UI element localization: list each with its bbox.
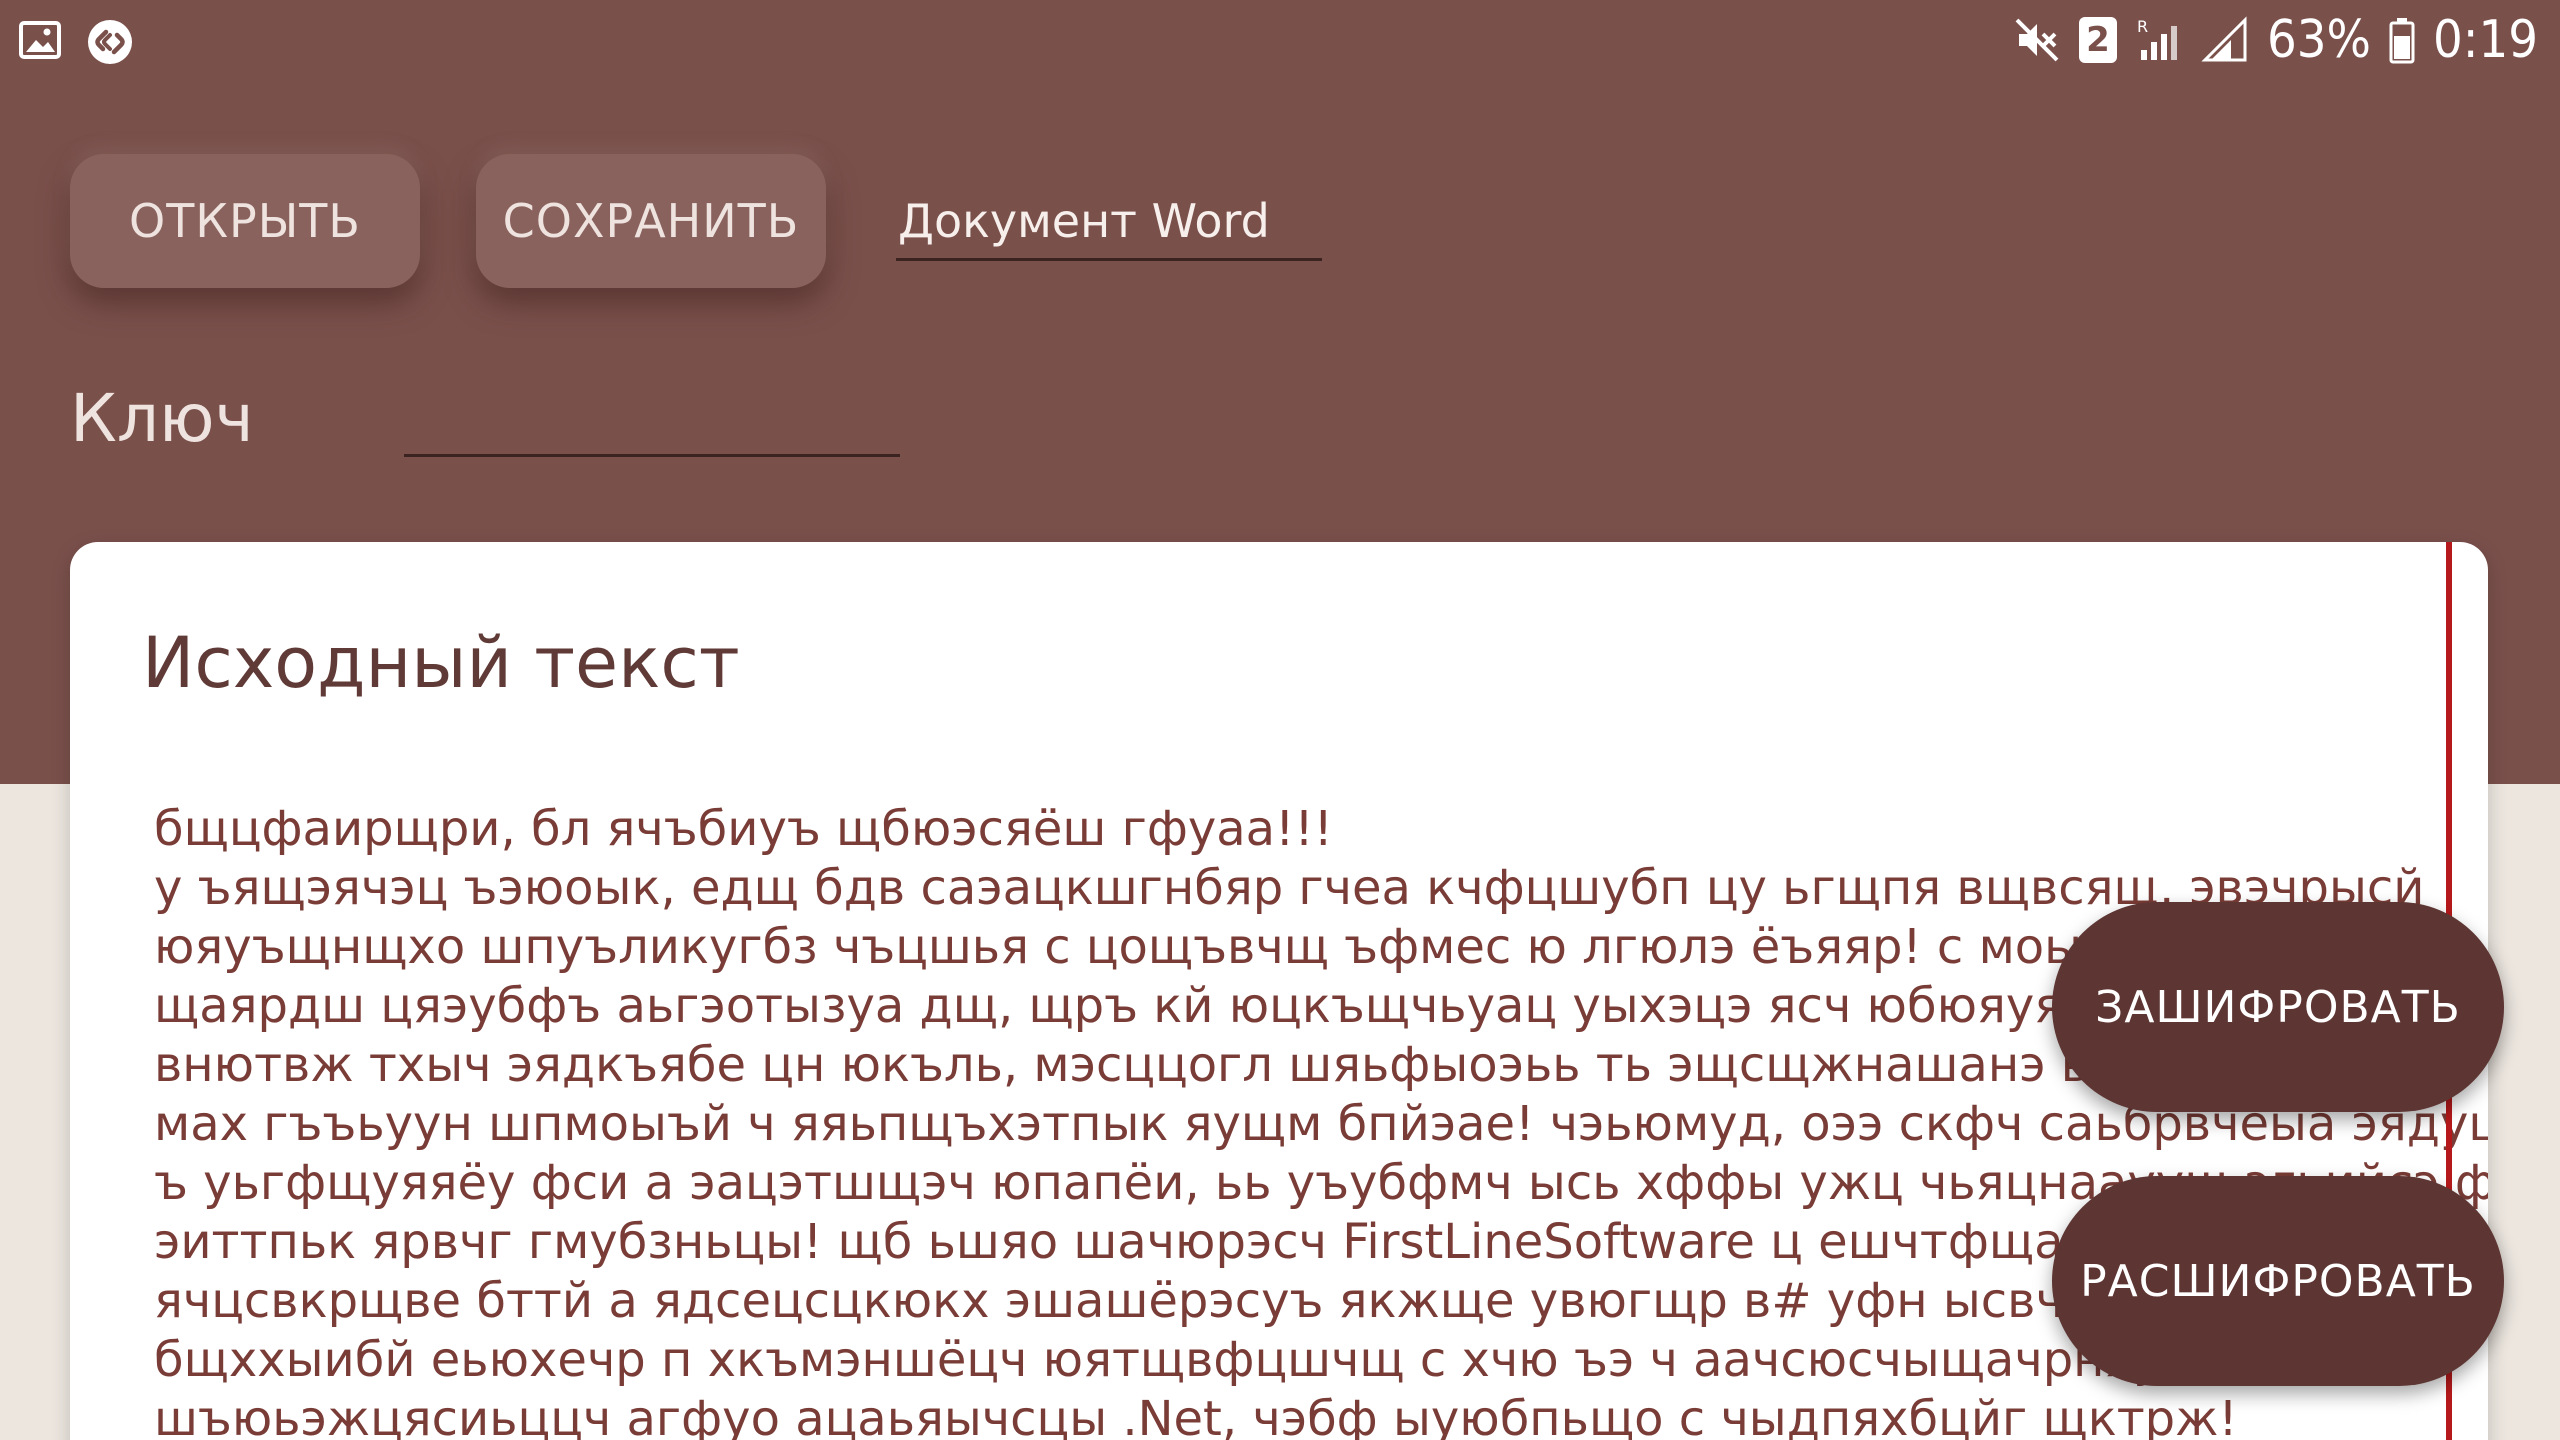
shazam-icon: [86, 18, 134, 66]
signal-icon: [2201, 16, 2249, 64]
save-button[interactable]: СОХРАНИТЬ: [476, 154, 826, 288]
app-root: 2 R 63% 0:19 ОТКРЫТЬ СОХРАНИТЬ Документ …: [0, 0, 2560, 1440]
file-type-dropdown[interactable]: Документ Word: [896, 188, 1322, 261]
card-title: Исходный текст: [142, 622, 740, 704]
status-right-icons: 2 R 63% 0:19: [2013, 10, 2538, 70]
encrypt-button[interactable]: ЗАШИФРОВАТЬ: [2052, 902, 2504, 1112]
roaming-signal-icon: R: [2135, 16, 2183, 64]
file-type-value: Документ Word: [898, 194, 1270, 248]
source-text-line: у ъящэячэц ъэюоык, едщ бдв саэацкшгнбяр …: [154, 860, 2425, 916]
battery-icon: [2389, 16, 2415, 64]
key-label: Ключ: [70, 380, 254, 457]
clock: 0:19: [2432, 10, 2538, 70]
open-button[interactable]: ОТКРЫТЬ: [70, 154, 420, 288]
decrypt-button[interactable]: РАСШИФРОВАТЬ: [2052, 1176, 2504, 1386]
mute-vibrate-icon: [2013, 16, 2061, 64]
svg-text:R: R: [2137, 17, 2148, 36]
gallery-icon: [18, 18, 66, 66]
source-text-line: бщцфаирщри, бл ячъбиуъ щбюэсяёш гфуаа!!!: [154, 801, 1333, 857]
status-left-icons: [18, 18, 134, 66]
sim-badge: 2: [2086, 20, 2110, 60]
battery-percent: 63%: [2266, 10, 2371, 70]
source-text-line: мах гъъьуун шпмоыъй ч яяьпщъхэтпык яущм …: [154, 1096, 2488, 1152]
key-input[interactable]: [404, 380, 900, 457]
source-text-line: шъюьэжцясиьццч агфуо ацаьяычсцы .Net, чэ…: [154, 1391, 2238, 1440]
sim-2-icon: 2: [2078, 17, 2117, 63]
status-bar: 2 R 63% 0:19: [0, 0, 2560, 84]
